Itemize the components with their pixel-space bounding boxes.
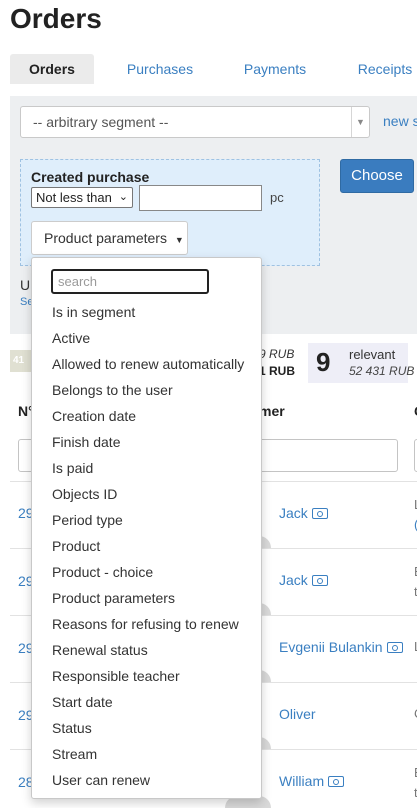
- tab-receipts[interactable]: Receipts: [350, 54, 417, 84]
- chevron-down-icon: ⌄: [118, 191, 128, 203]
- id-card-icon[interactable]: [311, 575, 328, 586]
- relevant-count: 9: [316, 347, 331, 377]
- tab-bar: Orders Purchases Payments Receipts: [10, 54, 417, 84]
- customer-link[interactable]: Evgenii Bulankin: [279, 639, 403, 655]
- customer-link[interactable]: William: [279, 773, 345, 789]
- dropdown-item[interactable]: Product: [32, 533, 261, 559]
- stat-badge: 41: [10, 350, 33, 372]
- dropdown-item[interactable]: Status: [32, 715, 261, 741]
- caret-down-icon: ▼: [351, 107, 369, 137]
- product-parameters-dropdown: Is in segment Active Allowed to renew au…: [31, 257, 262, 799]
- tab-purchases[interactable]: Purchases: [114, 54, 206, 84]
- dropdown-item[interactable]: Finish date: [32, 429, 261, 455]
- customer-link[interactable]: Jack: [279, 505, 328, 521]
- customer-name: William: [279, 773, 325, 789]
- segment-select[interactable]: -- arbitrary segment -- ▼: [20, 106, 370, 138]
- choose-button[interactable]: Choose: [340, 159, 414, 193]
- dropdown-item[interactable]: Belongs to the user: [32, 377, 261, 403]
- operator-select[interactable]: Not less than ⌄: [31, 187, 133, 208]
- condition-title: Created purchase: [31, 169, 150, 185]
- new-segment-link[interactable]: new s: [383, 113, 417, 129]
- tab-payments[interactable]: Payments: [232, 54, 318, 84]
- customer-link[interactable]: Jack: [279, 572, 328, 588]
- dropdown-item[interactable]: Is paid: [32, 455, 261, 481]
- page-title: Orders: [10, 3, 102, 34]
- dropdown-item[interactable]: Responsible teacher: [32, 663, 261, 689]
- dropdown-list: Is in segment Active Allowed to renew au…: [32, 299, 261, 793]
- stat-sum-top: 9 RUB: [259, 347, 295, 361]
- dropdown-item[interactable]: Start date: [32, 689, 261, 715]
- dropdown-item[interactable]: Is in segment: [32, 299, 261, 325]
- product-parameters-button[interactable]: Product parameters ▼: [31, 221, 188, 255]
- customer-link[interactable]: Oliver: [279, 706, 316, 722]
- dropdown-item[interactable]: Reasons for refusing to renew: [32, 611, 261, 637]
- relevant-label: relevant: [349, 347, 396, 362]
- operator-select-value: Not less than: [36, 190, 112, 205]
- id-card-icon[interactable]: [386, 642, 403, 653]
- id-card-icon[interactable]: [311, 508, 328, 519]
- dropdown-item[interactable]: Period type: [32, 507, 261, 533]
- dropdown-item[interactable]: Product - choice: [32, 559, 261, 585]
- column-header-customer[interactable]: mer: [259, 403, 285, 419]
- dropdown-item[interactable]: Allowed to renew automatically: [32, 351, 261, 377]
- product-parameters-label: Product parameters: [44, 230, 167, 246]
- stat-sum-bottom: 1 RUB: [259, 364, 296, 378]
- tab-orders[interactable]: Orders: [10, 54, 94, 84]
- condition-unit: pc: [270, 190, 284, 205]
- dropdown-item[interactable]: Product parameters: [32, 585, 261, 611]
- id-card-icon[interactable]: [328, 776, 345, 787]
- dropdown-item[interactable]: Creation date: [32, 403, 261, 429]
- customer-name: Oliver: [279, 706, 316, 722]
- dropdown-item[interactable]: Objects ID: [32, 481, 261, 507]
- condition-value-input[interactable]: [139, 185, 262, 211]
- dropdown-item[interactable]: Stream: [32, 741, 261, 767]
- relevant-value: 52 431 RUB: [349, 364, 415, 378]
- segment-select-value: -- arbitrary segment --: [33, 114, 169, 130]
- caret-down-icon: ▼: [174, 235, 184, 245]
- customer-filter-input[interactable]: [259, 439, 398, 472]
- dropdown-item[interactable]: User can renew: [32, 767, 261, 793]
- customer-name: Jack: [279, 572, 308, 588]
- dropdown-item[interactable]: Active: [32, 325, 261, 351]
- customer-name: Evgenii Bulankin: [279, 639, 383, 655]
- customer-name: Jack: [279, 505, 308, 521]
- dropdown-item[interactable]: Renewal status: [32, 637, 261, 663]
- dropdown-search-input[interactable]: [51, 269, 209, 294]
